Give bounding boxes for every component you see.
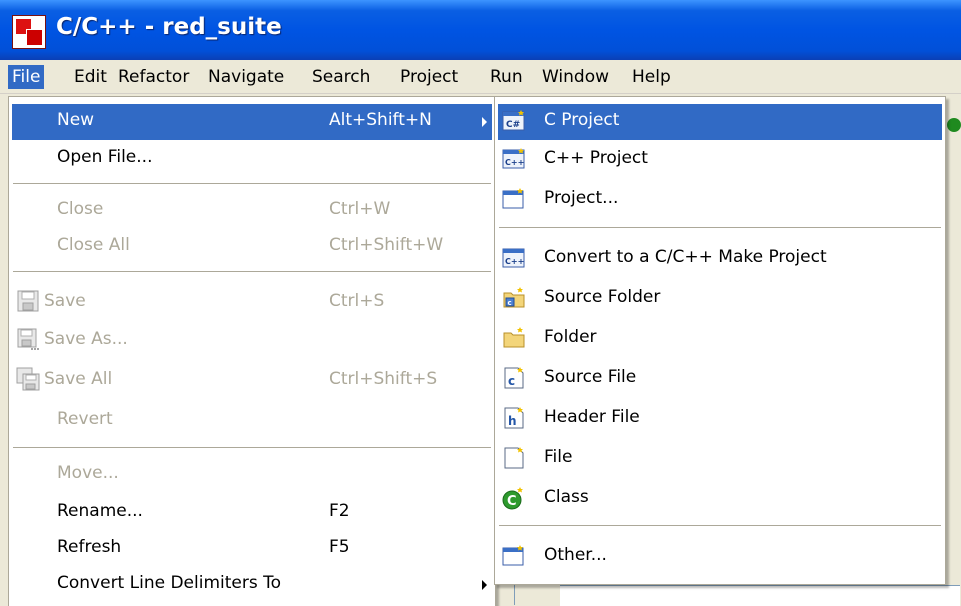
cpp-project-icon: C++ xyxy=(502,148,525,169)
menu-item-revert[interactable]: Revert xyxy=(12,403,492,439)
menu-item-save[interactable]: Save Ctrl+S xyxy=(12,285,492,321)
menu-item-label: Convert Line Delimiters To xyxy=(57,573,282,593)
menu-item-close[interactable]: Close Ctrl+W xyxy=(12,193,492,229)
menu-separator xyxy=(13,447,491,448)
submenu-arrow-icon xyxy=(482,117,487,127)
save-icon xyxy=(17,290,39,312)
menu-item-open-file[interactable]: Open File... xyxy=(12,141,492,177)
menu-item-label: Open File... xyxy=(57,147,153,167)
menu-item-label: C++ Project xyxy=(544,148,648,168)
menu-item-label: Source Folder xyxy=(544,287,661,307)
menu-item-refresh[interactable]: Refresh F5 xyxy=(12,531,492,567)
menu-item-label: Convert to a C/C++ Make Project xyxy=(544,247,827,267)
menu-item-label: Header File xyxy=(544,407,640,427)
file-icon xyxy=(504,447,524,469)
project-icon xyxy=(502,188,524,209)
svg-text:h: h xyxy=(508,414,517,428)
submenu-arrow-icon xyxy=(482,580,487,590)
menu-item-source-folder[interactable]: c Source Folder xyxy=(498,281,942,317)
c-project-icon: C# xyxy=(502,110,525,131)
menu-item-label: Rename... xyxy=(57,501,143,521)
menu-bar: File Edit Refactor Navigate Search Proje… xyxy=(0,60,961,94)
menu-item-label: Project... xyxy=(544,188,619,208)
svg-text:C#: C# xyxy=(506,120,520,130)
menu-item-label: Revert xyxy=(57,409,113,429)
source-file-icon: c xyxy=(504,367,524,389)
menu-project[interactable]: Project xyxy=(396,65,462,89)
menu-item-label: Close xyxy=(57,199,104,219)
save-as-icon xyxy=(17,328,39,350)
menu-refactor[interactable]: Refactor xyxy=(114,65,193,89)
shortcut-label: F2 xyxy=(329,501,350,521)
menu-item-cpp-project[interactable]: C++ C++ Project xyxy=(498,142,942,178)
menu-item-header-file[interactable]: h Header File xyxy=(498,401,942,437)
menu-item-source-file[interactable]: c Source File xyxy=(498,361,942,397)
menu-file[interactable]: File xyxy=(8,65,45,89)
convert-project-icon: C++ xyxy=(502,248,525,268)
editor-fragment xyxy=(514,585,562,605)
shortcut-label: Alt+Shift+N xyxy=(329,110,432,130)
editor-area xyxy=(560,585,960,606)
shortcut-label: Ctrl+S xyxy=(329,291,385,311)
shortcut-label: F5 xyxy=(329,537,350,557)
other-wizard-icon xyxy=(502,545,524,566)
menu-navigate[interactable]: Navigate xyxy=(204,65,288,89)
svg-text:c: c xyxy=(508,374,515,388)
menu-separator xyxy=(499,227,941,228)
svg-text:C++: C++ xyxy=(505,257,524,266)
save-all-icon xyxy=(16,367,40,391)
run-icon xyxy=(947,118,961,132)
menu-item-rename[interactable]: Rename... F2 xyxy=(12,495,492,531)
shortcut-label: Ctrl+Shift+W xyxy=(329,235,444,255)
header-file-icon: h xyxy=(504,407,524,429)
menu-edit[interactable]: Edit xyxy=(70,65,111,89)
menu-item-label: Folder xyxy=(544,327,597,347)
title-bar[interactable]: C/C++ - red_suite xyxy=(0,0,961,60)
new-submenu: C# C Project C++ C++ Project Project... … xyxy=(494,96,946,585)
menu-separator xyxy=(13,183,491,184)
source-folder-icon: c xyxy=(503,287,525,308)
menu-search[interactable]: Search xyxy=(308,65,374,89)
menu-item-label: Refresh xyxy=(57,537,122,557)
menu-item-save-all[interactable]: Save All Ctrl+Shift+S xyxy=(12,363,492,399)
menu-item-label: C Project xyxy=(544,110,620,130)
menu-item-convert-make-project[interactable]: C++ Convert to a C/C++ Make Project xyxy=(498,241,942,277)
menu-item-project[interactable]: Project... xyxy=(498,182,942,218)
app-icon xyxy=(12,15,46,49)
menu-item-class[interactable]: C Class xyxy=(498,481,942,517)
menu-item-label: Save All xyxy=(44,369,113,389)
menu-item-label: New xyxy=(57,110,95,130)
svg-text:C++: C++ xyxy=(505,158,524,167)
menu-item-file[interactable]: File xyxy=(498,441,942,477)
window-title: C/C++ - red_suite xyxy=(56,14,282,40)
menu-item-label: File xyxy=(544,447,573,467)
file-menu: New Alt+Shift+N Open File... Close Ctrl+… xyxy=(8,96,496,606)
menu-help[interactable]: Help xyxy=(628,65,675,89)
menu-item-label: Save xyxy=(44,291,86,311)
menu-item-new[interactable]: New Alt+Shift+N xyxy=(12,104,492,140)
menu-item-folder[interactable]: Folder xyxy=(498,321,942,357)
menu-item-label: Class xyxy=(544,487,589,507)
shortcut-label: Ctrl+Shift+S xyxy=(329,369,438,389)
menu-item-label: Save As... xyxy=(44,329,128,349)
menu-item-save-as[interactable]: Save As... xyxy=(12,323,492,359)
menu-item-label: Move... xyxy=(57,463,119,483)
menu-item-c-project[interactable]: C# C Project xyxy=(498,104,942,140)
menu-window[interactable]: Window xyxy=(538,65,613,89)
menu-run[interactable]: Run xyxy=(486,65,527,89)
class-icon: C xyxy=(502,487,523,510)
menu-item-label: Close All xyxy=(57,235,130,255)
menu-separator xyxy=(499,525,941,526)
shortcut-label: Ctrl+W xyxy=(329,199,391,219)
menu-item-other[interactable]: Other... xyxy=(498,539,942,575)
menu-item-move[interactable]: Move... xyxy=(12,457,492,493)
svg-text:c: c xyxy=(508,299,512,307)
svg-text:C: C xyxy=(507,494,517,509)
menu-separator xyxy=(13,271,491,272)
menu-item-label: Source File xyxy=(544,367,637,387)
menu-item-convert-line-delimiters[interactable]: Convert Line Delimiters To xyxy=(12,567,492,603)
folder-icon xyxy=(503,327,525,348)
menu-item-close-all[interactable]: Close All Ctrl+Shift+W xyxy=(12,229,492,265)
menu-item-label: Other... xyxy=(544,545,607,565)
